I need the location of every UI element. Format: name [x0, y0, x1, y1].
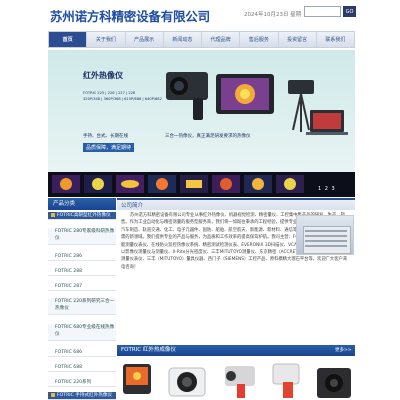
sidebar-item[interactable]: FOTRIC 288 [48, 268, 116, 276]
sidebar-item-label: FOTRIC高研型红外热像仪 [57, 213, 111, 218]
sidebar-category[interactable]: FOTRIC高研型红外热像仪 [48, 212, 116, 220]
nav-products[interactable]: 产品展示 [126, 32, 164, 47]
banner-art [52, 72, 348, 193]
bullet-icon [51, 212, 55, 217]
date-text: 2024年10月23日 星期 [244, 12, 302, 18]
more-link[interactable]: 更多>> [335, 347, 352, 353]
nav-about[interactable]: 关于我们 [87, 32, 126, 47]
nav-contact[interactable]: 联系我们 [317, 32, 354, 47]
product-handheld-camera[interactable] [123, 364, 151, 394]
nav-brands[interactable]: 代理品牌 [202, 32, 241, 47]
building-windows [305, 230, 347, 232]
nav-service[interactable]: 售后服务 [240, 32, 279, 47]
nav-news[interactable]: 新闻动态 [164, 32, 202, 47]
sidebar-item[interactable]: FOTRIC 220系列 [48, 379, 116, 387]
sidebar-item-label: FOTRIC 手持式红外热像仪 [57, 393, 113, 398]
handheld-camera-image [166, 72, 208, 120]
product-thermal-handheld[interactable] [272, 363, 300, 398]
sidebar-item[interactable]: FOTRIC 680专业级在线热像仪 [48, 324, 116, 341]
sidebar: 产品分类 FOTRIC高研型红外热像仪 FOTRIC 280专家级科研热像仪 F… [48, 198, 116, 400]
search-button[interactable]: GO [343, 6, 356, 17]
sidebar-item[interactable]: FOTRIC 688 [48, 364, 116, 372]
about-header: 公司简介 [117, 198, 355, 210]
sidebar-item[interactable]: FOTRIC 287 [48, 283, 116, 291]
sidebar-item[interactable]: FOTRIC 280专家级科研热像仪 [48, 228, 116, 245]
thermal-thumbnails [52, 175, 304, 193]
sidebar-item[interactable]: FOTRIC 220系列研究三合一热像仪 [48, 298, 116, 315]
nav-home[interactable]: 首页 [49, 32, 88, 47]
product-images [123, 363, 351, 398]
nav-message[interactable]: 投资留言 [279, 32, 317, 47]
sidebar-category[interactable]: FOTRIC 手持式红外热像仪 [48, 392, 116, 400]
sidebar-item[interactable]: FOTRIC 686 [48, 349, 116, 357]
company-building-image [296, 215, 354, 255]
hero-banner[interactable]: 红外热像仪 FOTRIC 225 | 226 | 227 | 228 320P/… [48, 50, 355, 197]
site-title: 苏州诺方科精密设备有限公司 [50, 9, 210, 24]
product-online-camera[interactable] [317, 368, 351, 398]
laptop-image [306, 110, 348, 135]
bullet-icon [51, 392, 55, 397]
main-nav: 首页 关于我们 产品展示 新闻动态 代理品牌 售后服务 投资留言 联系我们 [48, 31, 355, 48]
product-thermal-gun[interactable] [225, 366, 255, 398]
products-header: FOTRIC 红外热成像仪 [117, 345, 355, 356]
product-camera-lens[interactable] [168, 367, 206, 397]
tablet-camera-image [216, 74, 274, 114]
sidebar-header: 产品分类 [48, 198, 116, 210]
banner-pager[interactable]: 1 2 3 [318, 186, 336, 192]
sidebar-item[interactable]: FOTRIC 286 [48, 253, 116, 261]
search-input[interactable] [304, 6, 341, 17]
